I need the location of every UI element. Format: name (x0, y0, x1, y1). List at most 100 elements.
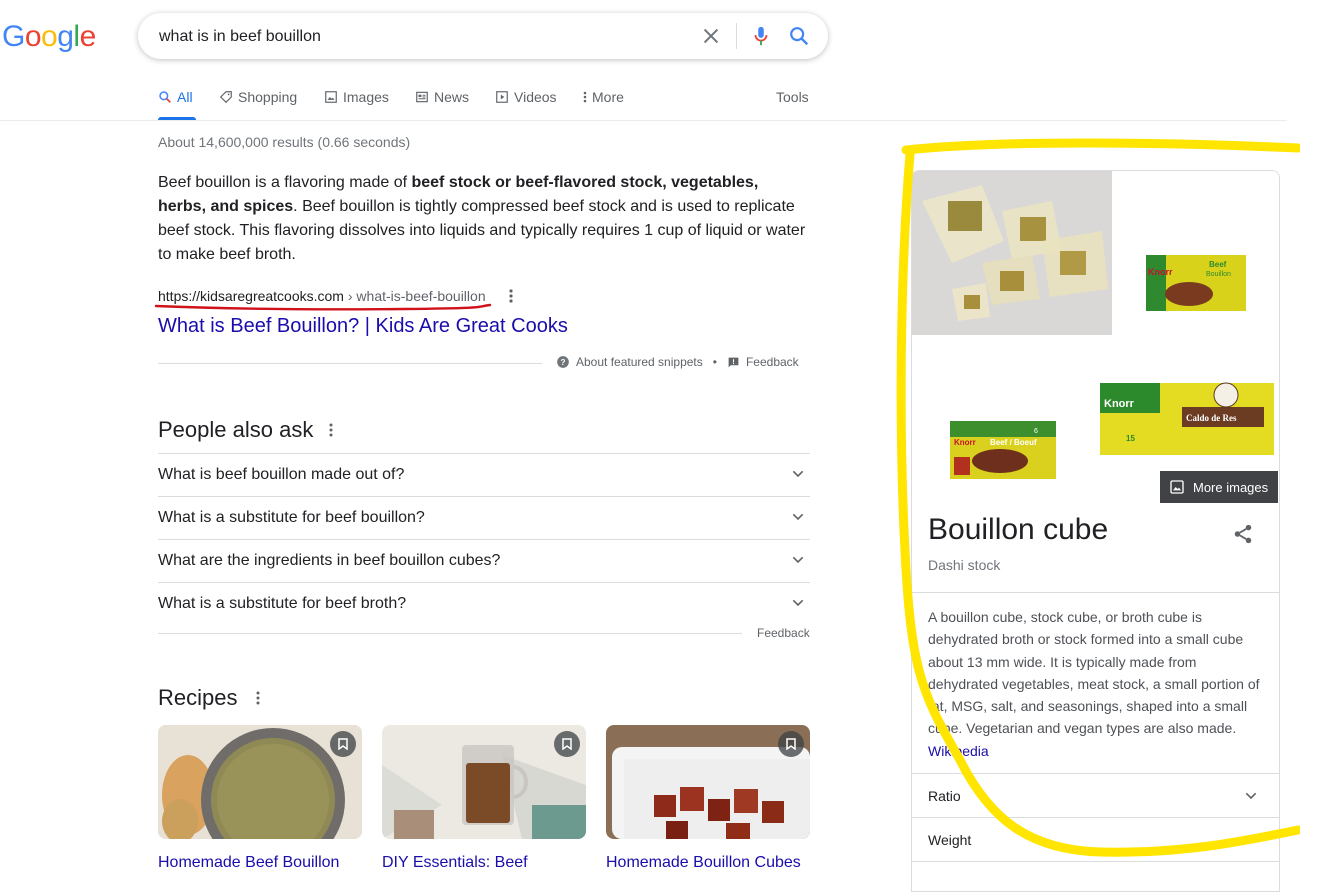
paa-question[interactable]: What is a substitute for beef broth? (158, 582, 810, 625)
kp-divider (912, 861, 1279, 891)
tab-videos[interactable]: Videos (495, 89, 557, 105)
news-icon (416, 91, 428, 103)
kp-image[interactable] (912, 171, 1112, 335)
paa-question-text: What is beef bouillon made out of? (158, 466, 405, 483)
red-annotation-underline (154, 303, 492, 311)
feedback-link[interactable]: Feedback (757, 626, 810, 640)
search-icon (159, 91, 171, 103)
wikipedia-link[interactable]: Wikipedia (928, 743, 989, 759)
tab-label: Tools (776, 89, 809, 105)
image-icon (1170, 480, 1184, 494)
package-brand: Knorr (1148, 267, 1173, 277)
logo-letter: e (79, 20, 97, 53)
feedback-icon (728, 357, 739, 367)
chevron-down-icon (792, 513, 804, 521)
kp-row-label: Weight (928, 832, 972, 848)
chevron-down-icon (1245, 792, 1257, 800)
microphone-icon[interactable] (750, 24, 772, 48)
package-text: 15 (1126, 434, 1135, 443)
kp-divider (912, 592, 1279, 593)
kp-row-weight[interactable]: Weight (912, 817, 1279, 862)
more-vert-icon[interactable] (506, 286, 516, 306)
people-also-ask-heading: People also ask (158, 417, 314, 442)
play-icon (496, 91, 508, 103)
paa-question[interactable]: What are the ingredients in beef bouillo… (158, 539, 810, 582)
recipe-title-link[interactable]: DIY Essentials: Beef (382, 854, 528, 872)
bouillon-cubes-photo (912, 171, 1112, 335)
tools-button[interactable]: Tools (776, 89, 809, 105)
knowledge-panel: Knorr Beef Bouillon 6 Knorr Beef / Boeuf… (911, 170, 1280, 892)
bookmark-icon (338, 738, 348, 750)
kp-image[interactable]: Knorr Beef Bouillon 6 (1114, 171, 1279, 335)
feedback-link[interactable]: Feedback (746, 355, 799, 369)
snippet-text: Beef bouillon is a flavoring made of (158, 174, 412, 191)
close-icon[interactable] (700, 25, 722, 47)
result-title-link[interactable]: What is Beef Bouillon? | Kids Are Great … (158, 313, 568, 339)
search-input[interactable]: what is in beef bouillon (159, 28, 321, 46)
bookmark-button[interactable] (554, 731, 580, 757)
recipe-thumbnail[interactable] (606, 725, 810, 839)
image-icon (325, 91, 337, 103)
chevron-down-icon (792, 556, 804, 564)
tab-label: Images (343, 89, 389, 105)
bookmark-icon (562, 738, 572, 750)
about-featured-snippets-link[interactable]: About featured snippets (576, 355, 703, 369)
package-text: 6 (1150, 294, 1155, 303)
tag-icon (219, 91, 232, 104)
google-logo[interactable]: Google (2, 20, 96, 54)
package-text: Beef (1209, 260, 1227, 269)
paa-question[interactable]: What is beef bouillon made out of? (158, 453, 810, 496)
tab-images[interactable]: Images (324, 89, 389, 105)
logo-letter: G (2, 20, 25, 53)
more-vert-icon[interactable] (254, 689, 262, 707)
recipe-thumbnail[interactable] (158, 725, 362, 839)
chevron-down-icon (792, 599, 804, 607)
logo-letter: o (41, 20, 58, 53)
recipe-title-link[interactable]: Homemade Bouillon Cubes (606, 854, 801, 872)
bookmark-button[interactable] (778, 731, 804, 757)
paa-question[interactable]: What is a substitute for beef bouillon? (158, 496, 810, 539)
kp-row-ratio[interactable]: Ratio (912, 773, 1279, 818)
tab-label: More (592, 89, 624, 105)
tab-all[interactable]: All (158, 89, 193, 105)
tab-shopping[interactable]: Shopping (219, 89, 297, 105)
more-images-button[interactable]: More images (1160, 471, 1278, 503)
snippet-divider (158, 363, 542, 364)
kp-row-label: Ratio (928, 788, 961, 804)
svg-text:?: ? (561, 358, 566, 367)
kp-subtitle: Dashi stock (928, 557, 1001, 573)
paa-question-text: What is a substitute for beef broth? (158, 595, 407, 612)
tab-label: All (177, 89, 193, 105)
tab-label: Videos (514, 89, 557, 105)
tab-more[interactable]: More (583, 89, 624, 105)
chevron-down-icon (792, 470, 804, 478)
kp-image[interactable]: Knorr Beef / Boeuf 6 (912, 337, 1094, 503)
knorr-beef-boeuf-package-image: Knorr Beef / Boeuf 6 (912, 337, 1094, 503)
recipe-thumbnail[interactable] (382, 725, 586, 839)
tab-label: News (434, 89, 470, 105)
package-text: 6 (1034, 428, 1038, 435)
more-images-label: More images (1193, 479, 1269, 495)
more-vert-icon[interactable] (327, 421, 335, 439)
package-text: Bouillon (1206, 271, 1231, 278)
kp-title: Bouillon cube (928, 513, 1109, 546)
kp-description: A bouillon cube, stock cube, or broth cu… (928, 606, 1268, 762)
tab-news[interactable]: News (415, 89, 469, 105)
knorr-beef-package-image: Knorr Beef Bouillon 6 (1114, 171, 1279, 335)
search-box[interactable]: what is in beef bouillon (138, 13, 828, 59)
featured-snippet-text: Beef bouillon is a flavoring made of bee… (158, 171, 810, 267)
paa-question-text: What are the ingredients in beef bouillo… (158, 552, 501, 569)
package-brand: Knorr (1104, 398, 1135, 410)
search-divider (736, 23, 737, 49)
share-icon[interactable] (1232, 523, 1254, 545)
bookmark-button[interactable] (330, 731, 356, 757)
bookmark-icon (786, 738, 796, 750)
package-text: Caldo de Res (1186, 413, 1237, 423)
search-icon[interactable] (788, 25, 810, 47)
recipes-heading: Recipes (158, 685, 238, 710)
recipe-title-link[interactable]: Homemade Beef Bouillon (158, 854, 339, 872)
tab-label: Shopping (238, 89, 298, 105)
header-divider (0, 120, 1287, 121)
separator-dot: • (712, 355, 717, 369)
snippet-footer: ? About featured snippets • Feedback (556, 355, 799, 369)
